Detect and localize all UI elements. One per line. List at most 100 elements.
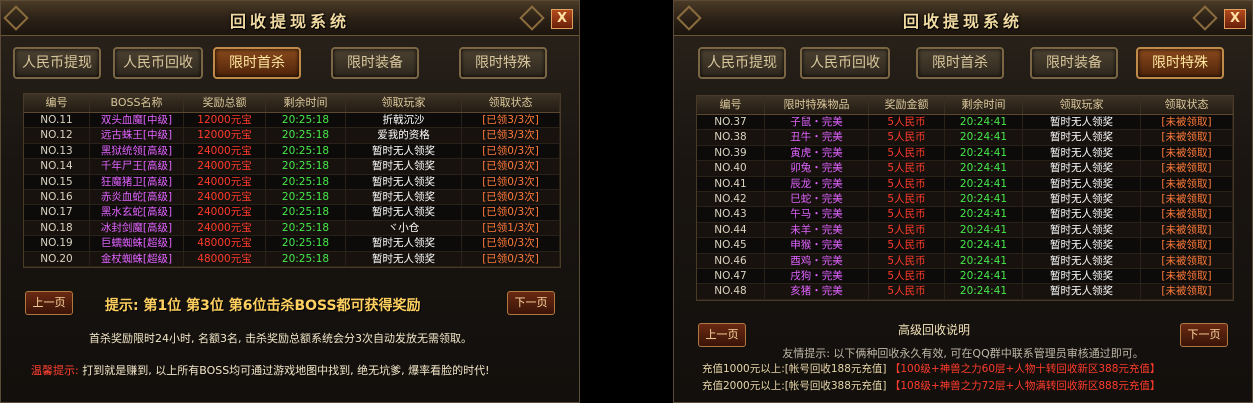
col-header: BOSS名称	[90, 94, 184, 112]
tab-first-kill[interactable]: 限时首杀	[213, 47, 301, 79]
table-row: NO.41 辰龙・完美 5人民币 20:24:41 暂时无人领奖 [未被领取]	[697, 176, 1233, 192]
table-cell: 暂时无人领奖	[1023, 284, 1141, 299]
table-cell: 20:24:41	[945, 130, 1023, 145]
close-button[interactable]: X	[1224, 9, 1246, 29]
table-cell: 20:24:41	[945, 176, 1023, 191]
reward-hint: 提示: 第1位 第3位 第6位击杀BOSS都可获得奖励	[105, 298, 421, 314]
tab-first-kill[interactable]: 限时首杀	[916, 47, 1004, 79]
next-page-button[interactable]: 下一页	[1180, 323, 1228, 347]
table-cell: 巳蛇・完美	[765, 191, 869, 207]
table-cell: 暂时无人领奖	[1023, 176, 1141, 191]
table-cell: 暂时无人领奖	[1023, 161, 1141, 176]
table-cell: 12000元宝	[184, 128, 266, 143]
table-cell: ヾ小仓	[346, 220, 462, 236]
tab-limited-equipment[interactable]: 限时装备	[1030, 47, 1118, 79]
table-cell: 20:24:41	[945, 284, 1023, 299]
table-cell: NO.41	[697, 176, 765, 191]
table-cell: [已领3/3次]	[462, 128, 560, 143]
prev-page-button[interactable]: 上一页	[25, 291, 73, 315]
col-header: 剩余时间	[266, 94, 346, 112]
table-cell: NO.15	[24, 174, 90, 189]
friendly-tip: 友情提示: 以下俩种回收永久有效, 可在QQ群中联系管理员审核通过即可。	[782, 347, 1144, 360]
table-cell: 48000元宝	[184, 251, 266, 266]
table-cell: NO.37	[697, 115, 765, 130]
table-cell: NO.16	[24, 189, 90, 205]
prev-page-button[interactable]: 上一页	[698, 323, 746, 347]
close-button[interactable]: X	[551, 9, 573, 29]
table-cell: [未被领取]	[1141, 161, 1233, 176]
tab-rmb-recycle[interactable]: 人民币回收	[113, 47, 203, 79]
section-title: 高级回收说明	[897, 323, 970, 337]
table-cell: 20:25:18	[266, 113, 346, 128]
col-header: 领取玩家	[1023, 96, 1141, 114]
table-cell: 20:24:41	[945, 238, 1023, 253]
table-cell: [未被领取]	[1141, 191, 1233, 207]
table-cell: 5人民币	[869, 145, 945, 161]
table-row: NO.12 远古蛛王[中级] 12000元宝 20:25:18 爱我的资格 [已领3/3次…	[24, 128, 560, 144]
table-cell: 暂时无人领奖	[346, 236, 462, 251]
table-row: NO.38 丑牛・完美 5人民币 20:24:41 暂时无人领奖 [未被领取]	[697, 130, 1233, 146]
table-cell: 金杖蜘蛛[超级]	[90, 251, 184, 266]
table-cell: NO.48	[697, 284, 765, 299]
table-cell: 24000元宝	[184, 205, 266, 220]
window-title: 回收提现系统	[902, 12, 1023, 31]
table-cell: NO.11	[24, 113, 90, 128]
tab-limited-special[interactable]: 限时特殊	[459, 47, 547, 79]
table-cell: 24000元宝	[184, 189, 266, 205]
table-cell: 5人民币	[869, 207, 945, 222]
table-cell: NO.40	[697, 161, 765, 176]
warm-tip: 温馨提示: 打到就是赚到, 以上所有BOSS均可通过游戏地图中找到, 绝无坑爹,…	[31, 362, 490, 378]
col-header: 奖励总额	[184, 94, 266, 112]
col-header: 编号	[697, 96, 765, 114]
tab-limited-special[interactable]: 限时特殊	[1136, 47, 1224, 79]
table-row: NO.45 申猴・完美 5人民币 20:24:41 暂时无人领奖 [未被领取]	[697, 238, 1233, 254]
table-cell: 午马・完美	[765, 207, 869, 222]
tab-rmb-recycle[interactable]: 人民币回收	[800, 47, 890, 79]
table-cell: 20:25:18	[266, 236, 346, 251]
table-cell: 20:25:18	[266, 189, 346, 205]
table-cell: NO.12	[24, 128, 90, 143]
next-page-button[interactable]: 下一页	[507, 291, 555, 315]
table-cell: 暂时无人领奖	[1023, 238, 1141, 253]
table-cell: 20:24:41	[945, 115, 1023, 130]
table-cell: 20:24:41	[945, 145, 1023, 161]
col-header: 领取状态	[462, 94, 560, 112]
col-header: 奖励金额	[869, 96, 945, 114]
col-header: 编号	[24, 94, 90, 112]
table-cell: NO.44	[697, 222, 765, 238]
table-cell: [未被领取]	[1141, 130, 1233, 145]
table-cell: 暂时无人领奖	[346, 189, 462, 205]
offer-condition: 充值2000元以上:[帐号回收388元充值]	[702, 380, 887, 392]
boss-table: 编号 BOSS名称 奖励总额 剩余时间 领取玩家 领取状态 NO.11 双头血魔[…	[23, 93, 561, 268]
table-row: NO.17 黑水玄蛇[高级] 24000元宝 20:25:18 暂时无人领奖 [已领0/3…	[24, 205, 560, 221]
table-cell: 暂时无人领奖	[1023, 145, 1141, 161]
table-cell: 5人民币	[869, 253, 945, 268]
tab-rmb-withdraw[interactable]: 人民币提现	[13, 47, 101, 79]
table-row: NO.46 酉鸡・完美 5人民币 20:24:41 暂时无人领奖 [未被领取]	[697, 253, 1233, 269]
tab-rmb-withdraw[interactable]: 人民币提现	[698, 47, 786, 79]
table-cell: 20:25:18	[266, 205, 346, 220]
table-cell: 申猴・完美	[765, 238, 869, 253]
table-cell: 暂时无人领奖	[346, 205, 462, 220]
table-row: NO.20 金杖蜘蛛[超级] 48000元宝 20:25:18 暂时无人领奖 [已领0/3…	[24, 251, 560, 267]
table-cell: 5人民币	[869, 238, 945, 253]
table-cell: NO.19	[24, 236, 90, 251]
table-cell: [已领0/3次]	[462, 205, 560, 220]
table-cell: [已领0/3次]	[462, 143, 560, 159]
table-cell: 酉鸡・完美	[765, 253, 869, 268]
table-cell: 20:24:41	[945, 253, 1023, 268]
table-cell: 5人民币	[869, 176, 945, 191]
table-cell: [未被领取]	[1141, 222, 1233, 238]
table-cell: 折戟沉沙	[346, 113, 462, 128]
window-title: 回收提现系统	[229, 12, 350, 31]
table-cell: [未被领取]	[1141, 207, 1233, 222]
table-cell: 5人民币	[869, 130, 945, 145]
table-cell: [已领0/3次]	[462, 236, 560, 251]
table-cell: [未被领取]	[1141, 145, 1233, 161]
table-cell: [已领0/3次]	[462, 174, 560, 189]
col-header: 领取玩家	[346, 94, 462, 112]
table-row: NO.43 午马・完美 5人民币 20:24:41 暂时无人领奖 [未被领取]	[697, 207, 1233, 223]
table-cell: 20:25:18	[266, 143, 346, 159]
table-cell: [未被领取]	[1141, 176, 1233, 191]
tab-limited-equipment[interactable]: 限时装备	[331, 47, 419, 79]
